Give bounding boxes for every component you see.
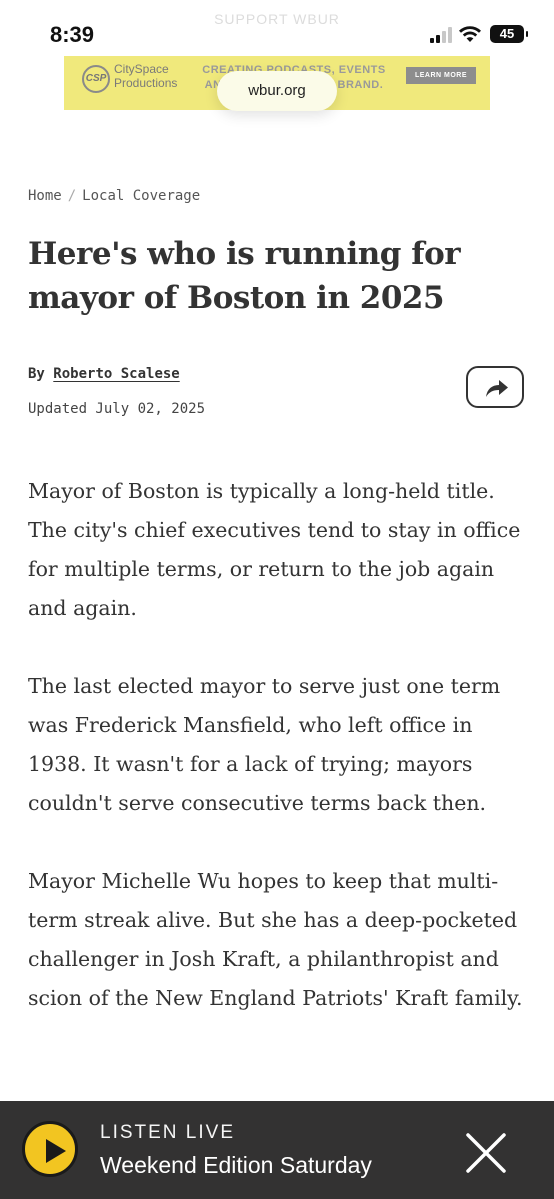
wifi-icon bbox=[459, 26, 481, 42]
ad-brand: CitySpace Productions bbox=[114, 62, 178, 90]
updated-date: Updated July 02, 2025 bbox=[28, 401, 206, 417]
article-paragraph: Mayor of Boston is typically a long-held… bbox=[28, 479, 521, 620]
battery-icon: 45 bbox=[490, 25, 528, 43]
program-title: Weekend Edition Saturday bbox=[100, 1152, 372, 1178]
article-paragraph: The last elected mayor to serve just one… bbox=[28, 674, 501, 815]
breadcrumb-home[interactable]: Home bbox=[28, 188, 62, 204]
play-button[interactable] bbox=[22, 1121, 78, 1177]
listen-live-label: LISTEN LIVE bbox=[100, 1122, 235, 1143]
article-paragraph: Mayor Michelle Wu hopes to keep that mul… bbox=[28, 869, 523, 1010]
cellular-signal-icon bbox=[430, 27, 454, 43]
article-body: Mayor of Boston is typically a long-held… bbox=[28, 472, 533, 1057]
breadcrumb-section[interactable]: Local Coverage bbox=[82, 188, 200, 204]
play-icon bbox=[46, 1139, 66, 1163]
live-player-bar: LISTEN LIVE Weekend Edition Saturday bbox=[0, 1101, 554, 1199]
share-button[interactable] bbox=[466, 366, 524, 408]
close-icon[interactable] bbox=[462, 1129, 510, 1177]
breadcrumb: Home / Local Coverage bbox=[28, 188, 200, 204]
clock: 8:39 bbox=[50, 22, 95, 47]
address-bar[interactable]: wbur.org bbox=[217, 71, 337, 111]
status-bar: SUPPORT WBUR 8:39 45 bbox=[0, 0, 554, 56]
ad-learn-more-button[interactable]: LEARN MORE bbox=[406, 67, 476, 84]
author-link[interactable]: Roberto Scalese bbox=[53, 366, 179, 382]
breadcrumb-separator: / bbox=[67, 188, 77, 204]
byline: By Roberto Scalese bbox=[28, 366, 180, 382]
byline-prefix: By bbox=[28, 366, 45, 382]
ad-logo: CSP bbox=[82, 65, 110, 93]
share-arrow-icon bbox=[486, 380, 508, 397]
article-title: Here's who is running for mayor of Bosto… bbox=[28, 236, 461, 316]
